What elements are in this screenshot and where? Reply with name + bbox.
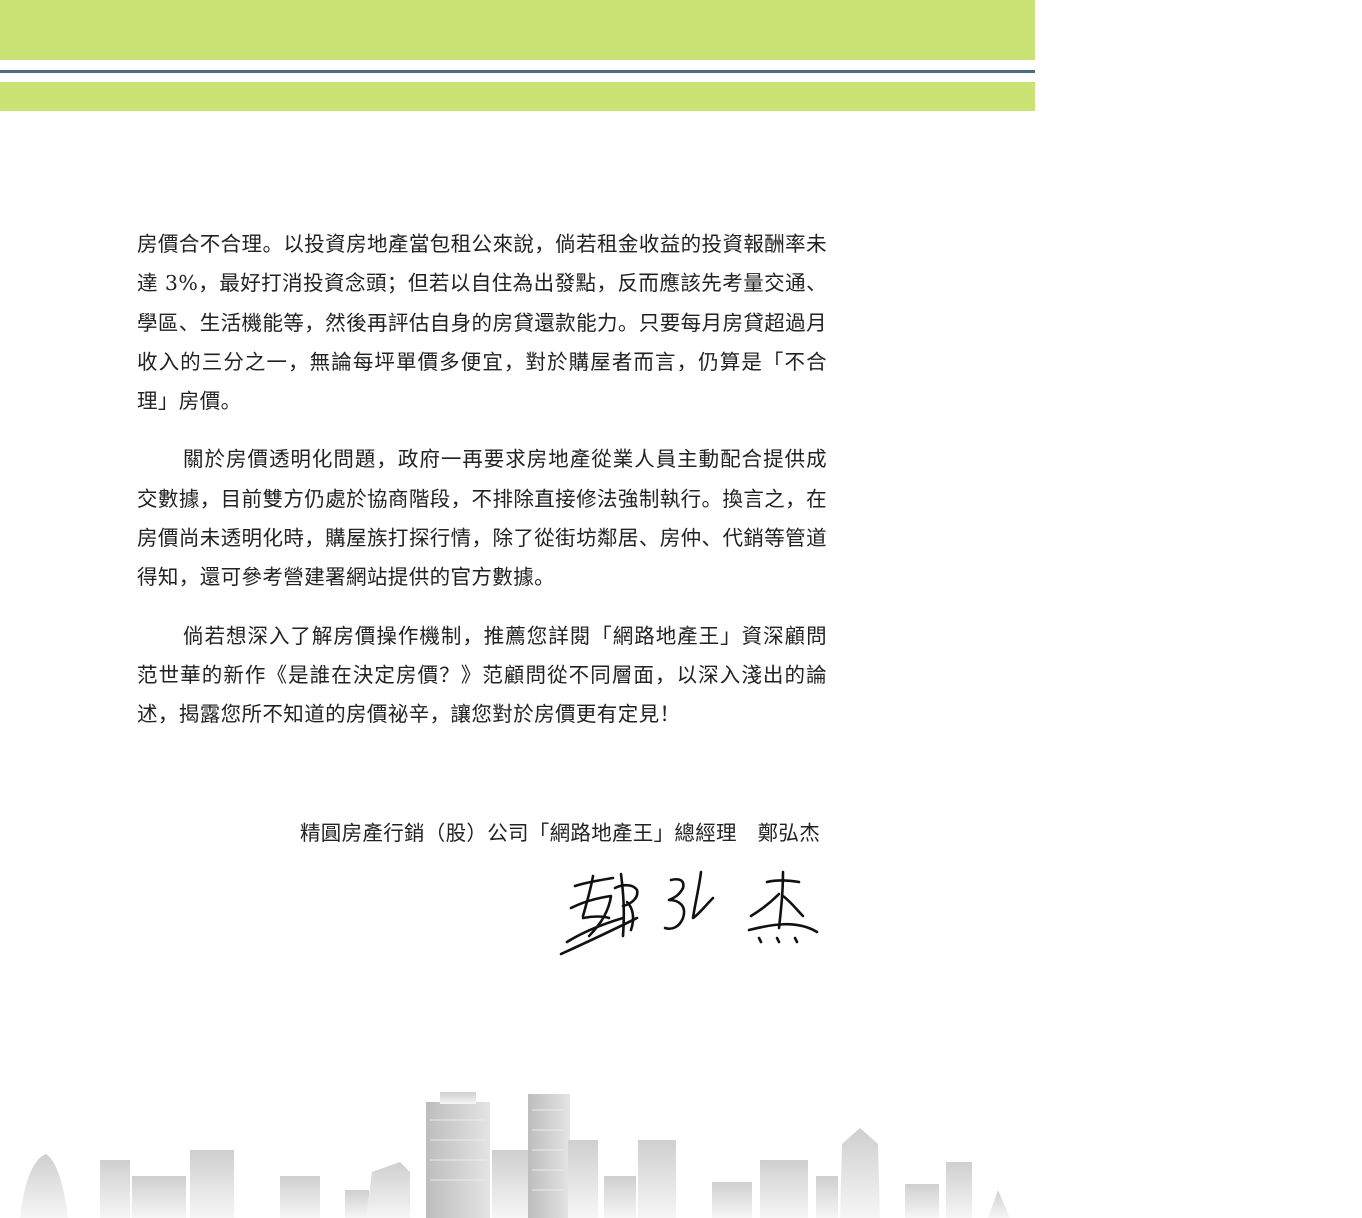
city-skyline-illustration (20, 1092, 1010, 1218)
signoff-line: 精圓房產行銷（股）公司「網路地產王」總經理 鄭弘杰 (300, 821, 820, 845)
paragraph-2: 關於房價透明化問題，政府一再要求房地產從業人員主動配合提供成交數據，目前雙方仍處… (137, 447, 827, 590)
header-band-bottom (0, 82, 1035, 111)
header-rule (0, 70, 1035, 73)
article-body: 房價合不合理。以投資房地產當包租公來說，倘若租金收益的投資報酬率未達 3%，最好… (137, 225, 827, 754)
handwritten-signature (559, 870, 819, 956)
paragraph-1: 房價合不合理。以投資房地產當包租公來說，倘若租金收益的投資報酬率未達 3%，最好… (137, 232, 827, 414)
paragraph-3: 倘若想深入了解房價操作機制，推薦您詳閱「網路地產王」資深顧問范世華的新作《是誰在… (137, 623, 827, 727)
header-band-top (0, 0, 1035, 60)
